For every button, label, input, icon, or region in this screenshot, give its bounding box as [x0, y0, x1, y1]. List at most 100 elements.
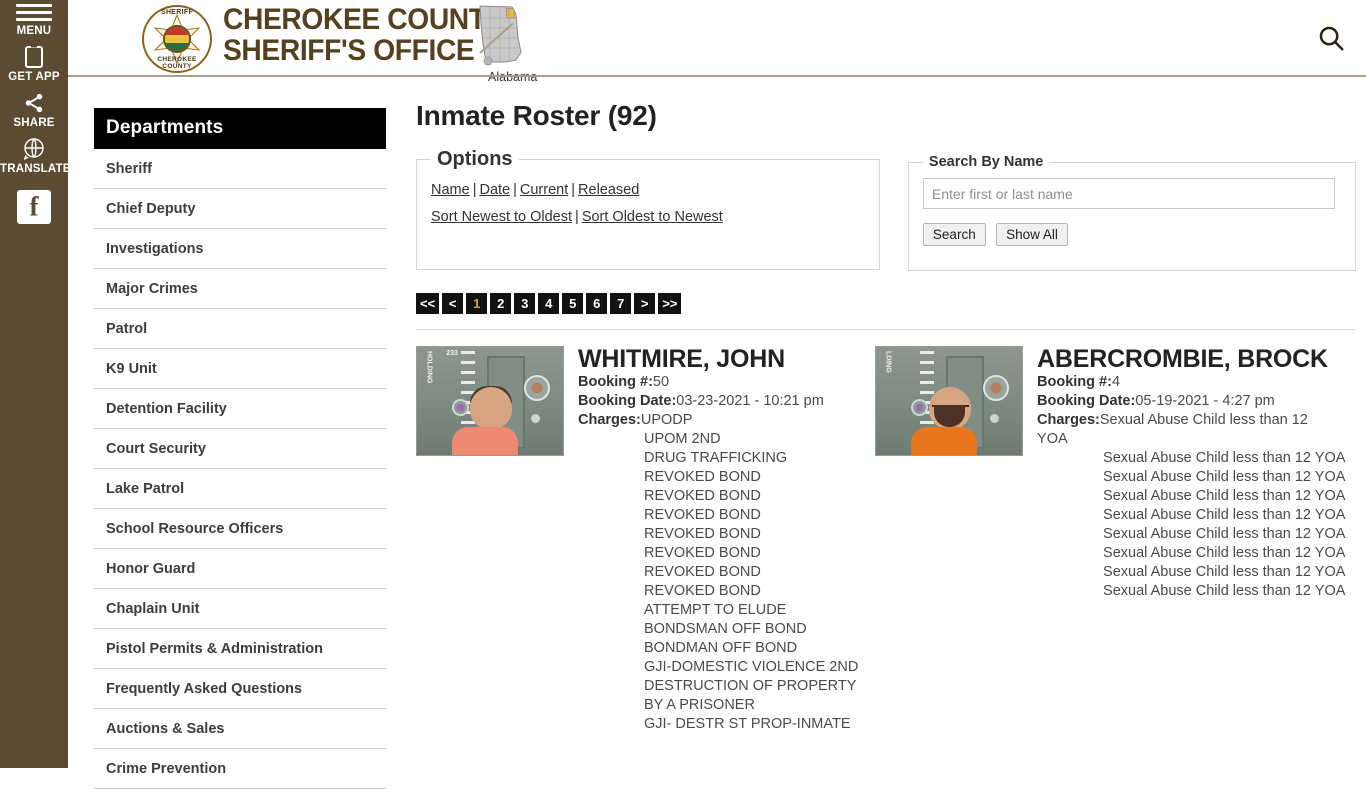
badge-top-text: SHERIFF	[160, 9, 194, 16]
sidebar-item-label: Sheriff	[106, 161, 152, 177]
filters-row: Options Name | Date | Current | Released Sort …	[416, 148, 1356, 271]
translate-label: TRANSLATE	[0, 163, 71, 175]
booking-date-value: 05-19-2021 - 4:27 pm	[1135, 393, 1275, 409]
show-all-button[interactable]: Show All	[996, 223, 1068, 246]
pagination-item-7[interactable]: 7	[610, 293, 632, 314]
pagination-item-prev[interactable]: <	[442, 293, 464, 314]
search-input[interactable]	[922, 178, 1335, 209]
mobile-phone-icon	[0, 44, 68, 70]
sidebar-item-auctions-sales[interactable]: Auctions & Sales	[94, 709, 386, 749]
sidebar-item-k9-unit[interactable]: K9 Unit	[94, 349, 386, 389]
sidebar-item-label: Pistol Permits & Administration	[106, 641, 323, 657]
search-legend: Search By Name	[928, 154, 1044, 170]
charge-item: GJI-DOMESTIC VIOLENCE 2ND	[644, 659, 859, 675]
option-link-released[interactable]: Released	[578, 182, 639, 198]
sidebar-item-label: Crime Prevention	[106, 761, 227, 777]
pagination-item-4[interactable]: 4	[538, 293, 560, 314]
pagination-item-3[interactable]: 3	[514, 293, 536, 314]
inmate-record: LDING ABERCROMBIE, BROCK Booking #:4 Boo…	[875, 346, 1356, 734]
sidebar-item-lake-patrol[interactable]: Lake Patrol	[94, 469, 386, 509]
sidebar-item-detention-facility[interactable]: Detention Facility	[94, 389, 386, 429]
mugshot-image: HOLDING 233	[416, 346, 564, 456]
get-app-button[interactable]: GET APP	[0, 44, 68, 84]
option-link-current[interactable]: Current	[520, 182, 568, 198]
sidebar-item-sheriff[interactable]: Sheriff	[94, 149, 386, 189]
globe-translate-icon	[0, 136, 68, 162]
inmate-name: WHITMIRE, JOHN	[578, 345, 785, 373]
charge-item: Sexual Abuse Child less than 12 YOA	[1103, 507, 1346, 523]
pagination-item-1[interactable]: 1	[466, 293, 488, 314]
menu-button[interactable]: MENU	[0, 4, 68, 38]
facebook-glyph: f	[29, 191, 39, 222]
charges-first-row: Charges:UPODP	[578, 411, 875, 430]
share-button[interactable]: SHARE	[0, 90, 68, 130]
sidebar-item-court-security[interactable]: Court Security	[94, 429, 386, 469]
header-search-button[interactable]	[1316, 23, 1346, 53]
booking-number-label: Booking #:	[578, 374, 653, 390]
sidebar-item-chaplain-unit[interactable]: Chaplain Unit	[94, 589, 386, 629]
pagination-item-2[interactable]: 2	[490, 293, 512, 314]
search-by-name-panel: Search By Name Search Show All	[907, 154, 1356, 271]
search-button[interactable]: Search	[922, 223, 986, 246]
charges-label: Charges:	[578, 412, 641, 428]
badge-seal	[165, 27, 189, 51]
pagination-item-prevprev[interactable]: <<	[416, 293, 440, 314]
booking-number-row: Booking #:50	[578, 373, 875, 392]
utility-rail: MENU GET APP SHARE TRANSLATE f	[0, 0, 71, 768]
sidebar-item-major-crimes[interactable]: Major Crimes	[94, 269, 386, 309]
inmate-record: HOLDING 233 WHITMIRE, JOHN Booking #:50 …	[416, 346, 875, 734]
options-links-row-2: Sort Newest to Oldest | Sort Oldest to New…	[431, 204, 865, 231]
search-icon	[1319, 26, 1344, 51]
charge-item: Sexual Abuse Child less than 12 YOA	[1103, 469, 1346, 485]
pagination-item-6[interactable]: 6	[586, 293, 608, 314]
sidebar-item-label: K9 Unit	[106, 361, 157, 377]
charge-item: DESTRUCTION OF PROPERTY BY A PRISONER	[644, 678, 857, 713]
mugshot-image: LDING	[875, 346, 1024, 456]
booking-number-value: 4	[1111, 374, 1121, 390]
charge-item: REVOKED BOND	[644, 583, 761, 599]
charge-item: Sexual Abuse Child less than 12 YOA	[1103, 583, 1346, 599]
charge-item: REVOKED BOND	[644, 469, 761, 485]
facebook-icon[interactable]: f	[17, 190, 51, 224]
pagination-item-next[interactable]: >	[634, 293, 656, 314]
option-link-name[interactable]: Name	[431, 182, 470, 198]
sidebar-item-patrol[interactable]: Patrol	[94, 309, 386, 349]
charges-list: UPOM 2ND DRUG TRAFFICKING REVOKED BOND REVO…	[578, 430, 875, 734]
options-legend: Options	[437, 148, 513, 170]
charge-item: Sexual Abuse Child less than 12 YOA	[1103, 526, 1346, 542]
option-link-sort-newest-to-oldest[interactable]: Sort Newest to Oldest	[431, 209, 572, 225]
sidebar-item-frequently-asked-questions[interactable]: Frequently Asked Questions	[94, 669, 386, 709]
option-link-date[interactable]: Date	[479, 182, 510, 198]
booking-date-row: Booking Date:03-23-2021 - 10:21 pm	[578, 392, 875, 411]
inmate-name: ABERCROMBIE, BROCK	[1037, 345, 1328, 373]
share-icon	[0, 90, 68, 116]
booking-date-row: Booking Date:05-19-2021 - 4:27 pm	[1037, 392, 1356, 411]
sheriff-badge-logo: SHERIFF CHEROKEE COUNTY	[142, 5, 212, 73]
option-link-sort-oldest-to-newest[interactable]: Sort Oldest to Newest	[582, 209, 723, 225]
charge-item: GJI- DESTR ST PROP-INMATE	[644, 716, 851, 732]
translate-button[interactable]: TRANSLATE	[0, 136, 71, 176]
pagination-item-5[interactable]: 5	[562, 293, 584, 314]
content-divider	[416, 329, 1356, 330]
sidebar-item-crime-prevention[interactable]: Crime Prevention	[94, 749, 386, 789]
charge-item: Sexual Abuse Child less than 12 YOA	[1103, 488, 1346, 504]
sidebar-item-school-resource-officers[interactable]: School Resource Officers	[94, 509, 386, 549]
pagination-item-nextnext[interactable]: >>	[658, 293, 682, 314]
option-separator: |	[571, 182, 576, 198]
sidebar-item-label: Frequently Asked Questions	[106, 681, 303, 697]
charge-item: REVOKED BOND	[644, 564, 761, 580]
charge-item: UPODP	[640, 412, 693, 428]
sidebar-item-honor-guard[interactable]: Honor Guard	[94, 549, 386, 589]
share-label: SHARE	[13, 117, 55, 129]
sidebar-item-label: Patrol	[106, 321, 148, 337]
sidebar-item-pistol-permits-administration[interactable]: Pistol Permits & Administration	[94, 629, 386, 669]
sidebar-item-investigations[interactable]: Investigations	[94, 229, 386, 269]
charge-item: REVOKED BOND	[644, 526, 761, 542]
sidebar-item-label: Honor Guard	[106, 561, 196, 577]
header-divider	[68, 75, 1366, 77]
menu-label: MENU	[16, 25, 52, 37]
sidebar-item-label: Chief Deputy	[106, 201, 196, 217]
charges-first-row: Charges:Sexual Abuse Child less than 12 …	[1037, 411, 1356, 449]
sidebar-item-chief-deputy[interactable]: Chief Deputy	[94, 189, 386, 229]
site-header: SHERIFF CHEROKEE COUNTY CHEROKEE COUNTY …	[68, 0, 1366, 84]
